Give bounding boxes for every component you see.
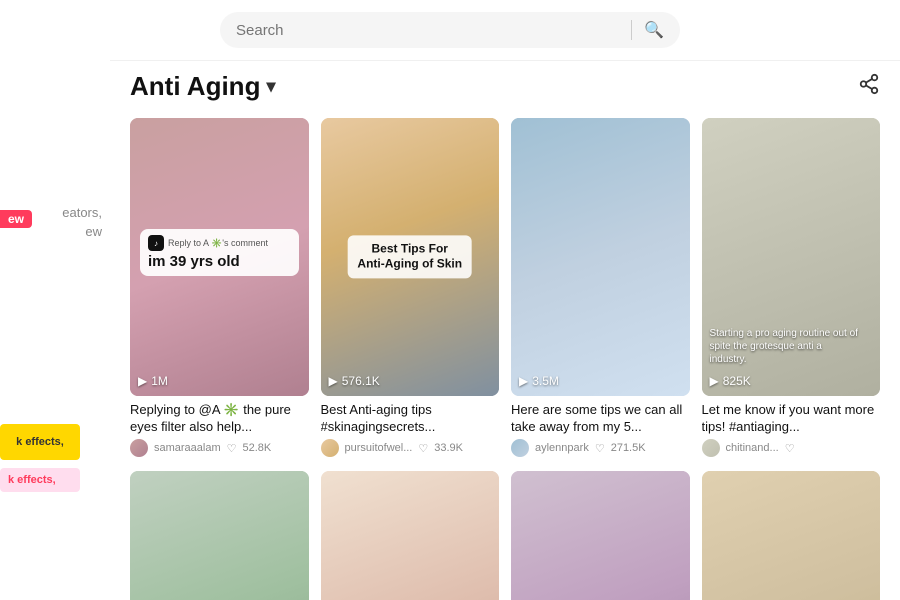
search-divider bbox=[631, 20, 632, 40]
video-grid: ♪ Reply to A ✳️'s comment im 39 yrs old … bbox=[130, 118, 880, 600]
sidebar-ew-label: ew bbox=[85, 224, 110, 239]
video-thumbnail-8 bbox=[702, 471, 881, 600]
new-badge: ew bbox=[0, 210, 32, 228]
video-info-4: Let me know if you want more tips! #anti… bbox=[702, 396, 881, 460]
left-sidebar: ew eators, ew k effects, k effects, bbox=[0, 55, 110, 600]
video-title-1: Replying to @A ✳️ the pure eyes filter a… bbox=[130, 402, 309, 436]
dark-overlay-4: Starting a pro aging routine out of spit… bbox=[710, 327, 873, 366]
likes-3: 271.5K bbox=[611, 442, 646, 454]
video-card-5[interactable] bbox=[130, 471, 309, 600]
sidebar-yellow-text: k effects, bbox=[14, 434, 66, 450]
play-count-1: ▶ 1M bbox=[138, 374, 168, 388]
video-thumbnail-3: ▶ 3.5M bbox=[511, 118, 690, 396]
video-card-4[interactable]: Starting a pro aging routine out of spit… bbox=[702, 118, 881, 459]
video-thumbnail-4: Starting a pro aging routine out of spit… bbox=[702, 118, 881, 396]
likes-2: 33.9K bbox=[434, 442, 463, 454]
video-info-3: Here are some tips we can all take away … bbox=[511, 396, 690, 460]
video-thumbnail-7 bbox=[511, 471, 690, 600]
avatar-3 bbox=[511, 439, 529, 457]
video-title-3: Here are some tips we can all take away … bbox=[511, 402, 690, 436]
heart-icon-2: ♡ bbox=[418, 442, 428, 455]
sidebar-yellow-box: k effects, bbox=[0, 424, 80, 460]
video-card-8[interactable] bbox=[702, 471, 881, 600]
video-thumbnail-5 bbox=[130, 471, 309, 600]
tiktok-logo: ♪ bbox=[148, 235, 164, 251]
heart-icon-3: ♡ bbox=[595, 442, 605, 455]
video-title-4: Let me know if you want more tips! #anti… bbox=[702, 402, 881, 436]
best-tips-overlay: Best Tips ForAnti-Aging of Skin bbox=[347, 235, 472, 278]
video-thumbnail-2: Best Tips ForAnti-Aging of Skin ▶ 576.1K bbox=[321, 118, 500, 396]
category-title-text: Anti Aging bbox=[130, 71, 260, 102]
sidebar-creators-label: eators, bbox=[62, 205, 110, 220]
avatar-4 bbox=[702, 439, 720, 457]
likes-1: 52.8K bbox=[243, 442, 272, 454]
category-header: Anti Aging ▾ bbox=[130, 71, 880, 102]
video-meta-1: samaraaalam ♡ 52.8K bbox=[130, 439, 309, 457]
video-card-1[interactable]: ♪ Reply to A ✳️'s comment im 39 yrs old … bbox=[130, 118, 309, 459]
video-info-1: Replying to @A ✳️ the pure eyes filter a… bbox=[130, 396, 309, 460]
dropdown-icon[interactable]: ▾ bbox=[266, 76, 275, 97]
search-icon[interactable]: 🔍 bbox=[644, 20, 664, 40]
search-bar[interactable]: 🔍 bbox=[220, 12, 680, 48]
heart-icon-4: ♡ bbox=[785, 442, 795, 455]
username-4: chitinand... bbox=[726, 442, 779, 454]
video-meta-3: aylennpark ♡ 271.5K bbox=[511, 439, 690, 457]
search-input[interactable] bbox=[236, 22, 619, 39]
video-meta-2: pursuitofwel... ♡ 33.9K bbox=[321, 439, 500, 457]
sidebar-effects-btn[interactable]: k effects, bbox=[0, 468, 80, 492]
username-2: pursuitofwel... bbox=[345, 442, 413, 454]
play-count-3: ▶ 3.5M bbox=[519, 374, 559, 388]
video-card-6[interactable] bbox=[321, 471, 500, 600]
video-meta-4: chitinand... ♡ bbox=[702, 439, 881, 457]
avatar-2 bbox=[321, 439, 339, 457]
share-icon[interactable] bbox=[858, 73, 880, 101]
username-1: samaraaalam bbox=[154, 442, 221, 454]
video-card-7[interactable] bbox=[511, 471, 690, 600]
username-3: aylennpark bbox=[535, 442, 589, 454]
reply-main-text: im 39 yrs old bbox=[148, 253, 291, 270]
video-card-3[interactable]: ▶ 3.5M Here are some tips we can all tak… bbox=[511, 118, 690, 459]
video-thumbnail-1: ♪ Reply to A ✳️'s comment im 39 yrs old … bbox=[130, 118, 309, 396]
reply-overlay-1: ♪ Reply to A ✳️'s comment im 39 yrs old bbox=[140, 229, 299, 276]
video-info-2: Best Anti-aging tips #skinagingsecrets..… bbox=[321, 396, 500, 460]
heart-icon-1: ♡ bbox=[227, 442, 237, 455]
category-title-group[interactable]: Anti Aging ▾ bbox=[130, 71, 276, 102]
sidebar-button-area: k effects, k effects, bbox=[0, 468, 90, 500]
video-card-2[interactable]: Best Tips ForAnti-Aging of Skin ▶ 576.1K… bbox=[321, 118, 500, 459]
video-thumbnail-6 bbox=[321, 471, 500, 600]
video-title-2: Best Anti-aging tips #skinagingsecrets..… bbox=[321, 402, 500, 436]
main-content: Anti Aging ▾ ♪ Reply bbox=[110, 55, 900, 600]
avatar-1 bbox=[130, 439, 148, 457]
play-count-4: ▶ 825K bbox=[710, 374, 751, 388]
header: 🔍 bbox=[0, 0, 900, 61]
play-count-2: ▶ 576.1K bbox=[329, 374, 380, 388]
